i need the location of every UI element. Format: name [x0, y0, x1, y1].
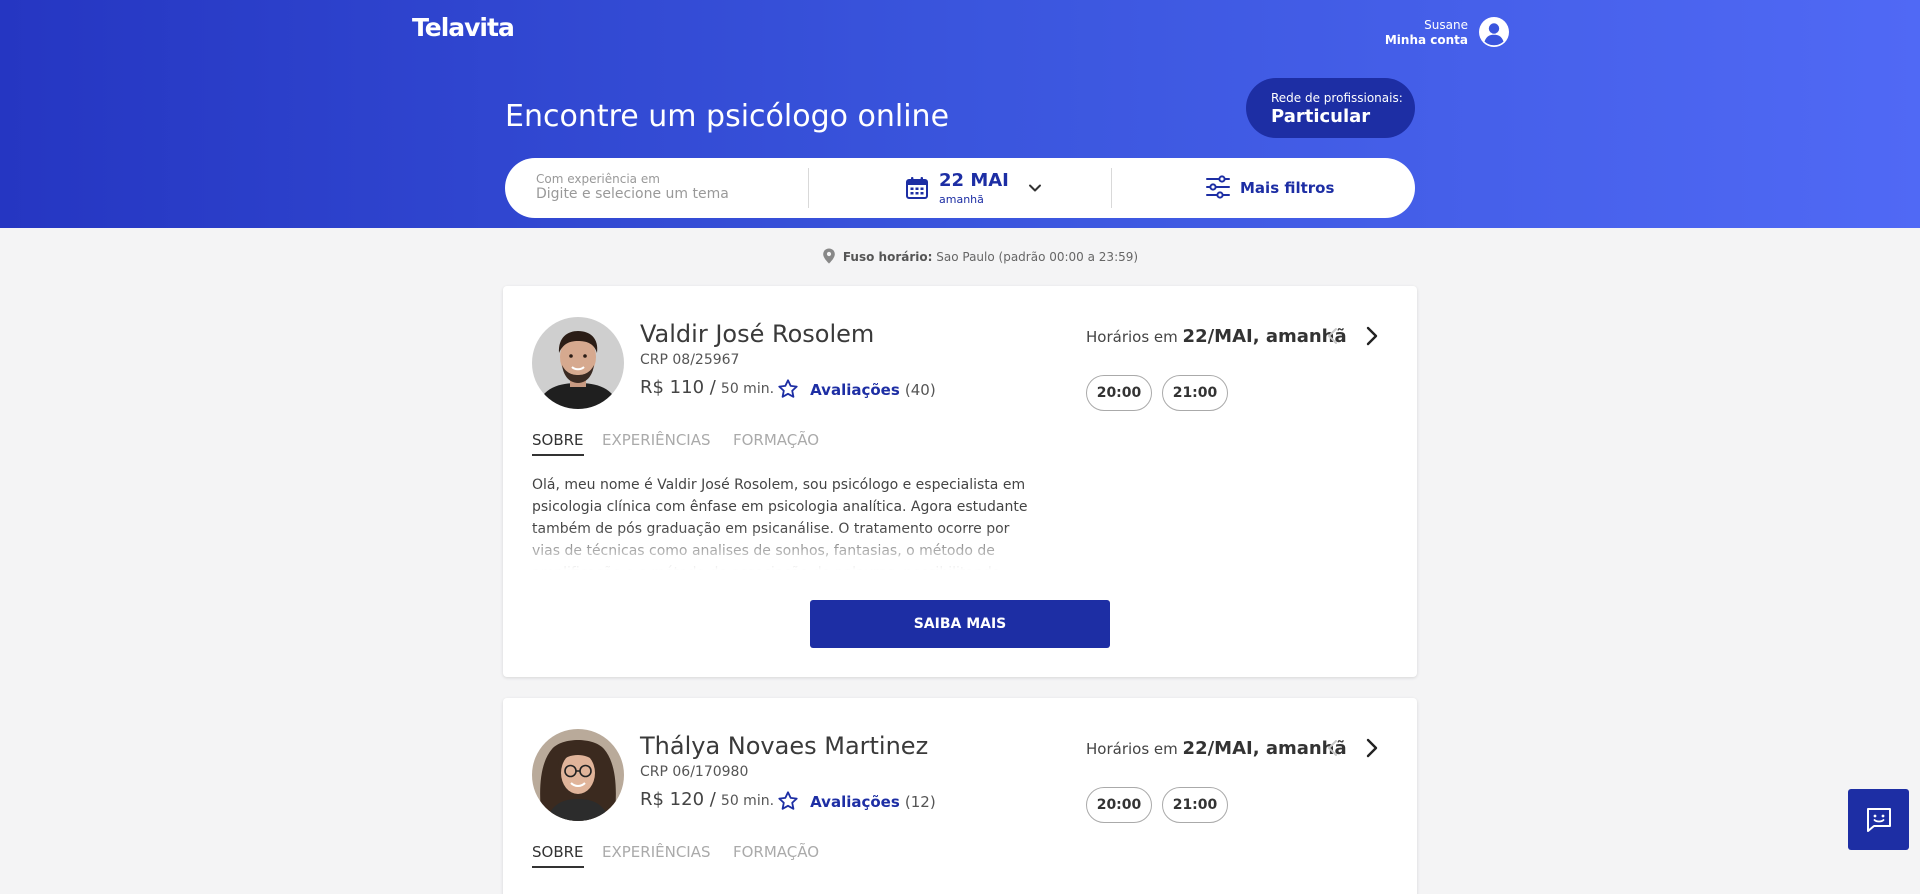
schedule-title: Horários em 22/MAI, amanhã [1086, 738, 1347, 759]
page-title: Encontre um psicólogo online [505, 99, 950, 134]
more-filters-label: Mais filtros [1240, 179, 1335, 197]
searchbar-divider [808, 168, 809, 208]
tab-formacao[interactable]: FORMAÇÃO [733, 843, 819, 866]
chevron-left-icon[interactable] [1323, 738, 1343, 758]
network-label: Rede de profissionais: [1271, 91, 1403, 105]
chevron-left-icon[interactable] [1323, 326, 1343, 346]
hero-banner: Telavita Susane Minha conta Encontre um … [0, 0, 1920, 228]
professional-name[interactable]: Thálya Novaes Martinez [640, 732, 928, 760]
search-bar: Com experiência em 22 MAI amanhã [505, 158, 1415, 218]
time-slot[interactable]: 20:00 [1086, 787, 1152, 823]
chat-support-button[interactable] [1848, 789, 1909, 850]
price-info: R$ 110 / 50 min. [640, 377, 774, 403]
timezone-value: Sao Paulo (padrão 00:00 a 23:59) [936, 250, 1139, 264]
chevron-down-icon [1029, 184, 1041, 192]
price-info: R$ 120 / 50 min. [640, 789, 774, 815]
searchbar-divider [1111, 168, 1112, 208]
professional-card: Valdir José Rosolem CRP 08/25967 R$ 110 … [503, 286, 1417, 677]
date-selector[interactable]: 22 MAI amanhã [905, 170, 1055, 206]
reviews-count: (40) [904, 381, 936, 399]
user-circle-icon [1479, 17, 1509, 47]
calendar-icon [906, 177, 928, 199]
professional-crp: CRP 06/170980 [640, 764, 749, 780]
account-label: Minha conta [1384, 33, 1468, 47]
time-slot[interactable]: 21:00 [1162, 787, 1228, 823]
star-icon [778, 379, 798, 398]
sliders-icon [1206, 175, 1230, 199]
selected-date-sub: amanhã [939, 193, 984, 206]
time-slot[interactable]: 20:00 [1086, 375, 1152, 411]
professional-name[interactable]: Valdir José Rosolem [640, 320, 874, 348]
user-name: Susane [1424, 18, 1468, 32]
professional-crp: CRP 08/25967 [640, 352, 740, 368]
session-duration: 50 min. [720, 381, 775, 397]
reviews-link[interactable]: Avaliações (40) [777, 378, 936, 402]
professional-card: Thálya Novaes Martinez CRP 06/170980 R$ … [503, 698, 1417, 894]
timezone-info: Fuso horário: Sao Paulo (padrão 00:00 a … [822, 248, 1138, 264]
topic-search-input[interactable] [536, 186, 796, 202]
telavita-logo[interactable]: Telavita [412, 13, 515, 42]
tab-sobre[interactable]: SOBRE [532, 431, 584, 456]
saiba-mais-button[interactable]: SAIBA MAIS [810, 600, 1110, 648]
chevron-right-icon[interactable] [1361, 737, 1383, 759]
location-pin-icon [823, 248, 835, 264]
time-slot[interactable]: 21:00 [1162, 375, 1228, 411]
session-price: R$ 120 / [640, 789, 716, 810]
session-duration: 50 min. [720, 793, 775, 809]
chevron-right-icon[interactable] [1361, 325, 1383, 347]
professional-bio: Olá, meu nome é Valdir José Rosolem, sou… [532, 477, 1028, 570]
account-menu[interactable]: Susane Minha conta [1385, 16, 1510, 48]
schedule-prefix: Horários em [1086, 740, 1178, 758]
topic-field-label: Com experiência em [536, 172, 660, 186]
star-icon [778, 791, 798, 810]
reviews-link[interactable]: Avaliações (12) [777, 790, 936, 814]
tab-formacao[interactable]: FORMAÇÃO [733, 431, 819, 454]
network-value: Particular [1271, 106, 1371, 127]
session-price: R$ 110 / [640, 377, 716, 398]
tab-experiencias[interactable]: EXPERIÊNCIAS [602, 843, 711, 866]
reviews-count: (12) [904, 793, 936, 811]
schedule-prefix: Horários em [1086, 328, 1178, 346]
selected-date: 22 MAI [939, 170, 1009, 191]
timezone-label: Fuso horário: [842, 250, 933, 264]
professional-photo[interactable] [532, 729, 624, 821]
professional-photo[interactable] [532, 317, 624, 409]
reviews-label: Avaliações [810, 793, 900, 811]
tab-sobre[interactable]: SOBRE [532, 843, 584, 868]
schedule-title: Horários em 22/MAI, amanhã [1086, 326, 1347, 347]
tab-experiencias[interactable]: EXPERIÊNCIAS [602, 431, 711, 454]
reviews-label: Avaliações [810, 381, 900, 399]
network-selector-button[interactable]: Rede de profissionais: Particular [1246, 78, 1415, 138]
more-filters-button[interactable]: Mais filtros [1205, 174, 1355, 202]
chat-icon [1867, 808, 1891, 832]
